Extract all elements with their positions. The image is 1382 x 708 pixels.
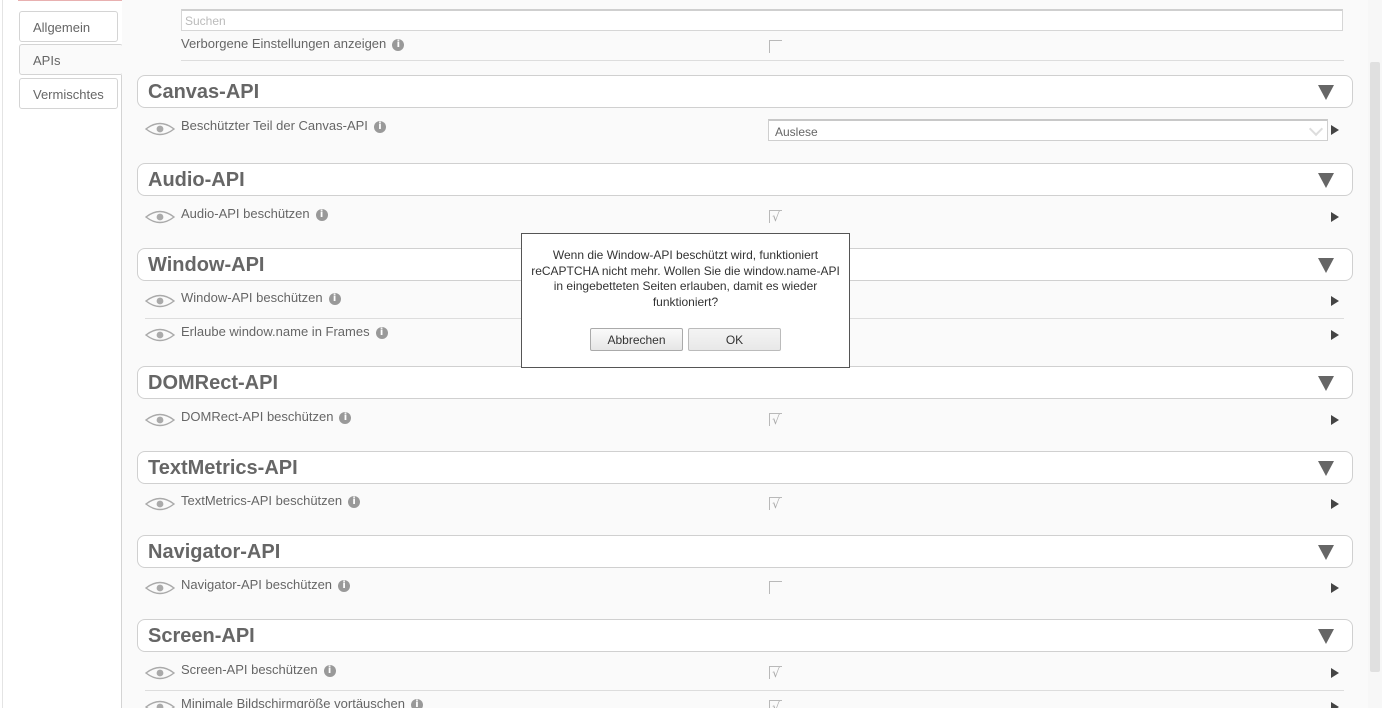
select-value: Auslese [775,125,818,139]
setting-row-navigator-protect: Navigator-API beschützen i [145,577,1345,601]
dialog-message: Wenn die Window-API beschützt wird, funk… [531,248,840,309]
hidden-settings-label: Verborgene Einstellungen anzeigen [181,36,387,51]
triangle-down-icon [1318,545,1334,560]
section-title: DOMRect-API [148,372,279,394]
info-icon[interactable]: i [338,580,351,592]
checkbox[interactable]: √ [769,666,782,679]
play-arrow-icon[interactable] [1331,668,1339,678]
setting-row-screen-protect: Screen-API beschützen i √ [145,662,1345,686]
canvas-protection-select[interactable]: Auslese [768,119,1328,141]
section-title: TextMetrics-API [148,457,298,479]
ok-button[interactable]: OK [688,328,781,351]
setting-label: Audio-API beschützen i [181,206,328,221]
triangle-down-icon [1318,629,1334,644]
play-arrow-icon[interactable] [1331,415,1339,425]
setting-row-screen-min-size: Minimale Bildschirmgröße vortäuschen i √ [145,696,1345,708]
section-title: Audio-API [148,169,245,191]
checkbox[interactable]: √ [769,700,782,708]
eye-icon[interactable] [145,664,175,682]
section-audio-api[interactable]: Audio-API [137,163,1353,196]
setting-label: Beschützter Teil der Canvas-API i [181,118,386,133]
play-arrow-icon[interactable] [1331,296,1339,306]
info-icon[interactable]: i [339,412,352,424]
section-title: Window-API [148,254,265,276]
tab-label: Allgemein [33,20,91,35]
sidebar-divider [121,75,122,708]
section-title: Canvas-API [148,81,260,103]
setting-label: Screen-API beschützen i [181,662,336,677]
tab-label: Vermischtes [33,87,104,102]
play-arrow-icon[interactable] [1331,583,1339,593]
info-icon[interactable]: i [375,327,388,339]
section-screen-api[interactable]: Screen-API [137,619,1353,652]
section-title: Navigator-API [148,541,281,563]
section-domrect-api[interactable]: DOMRect-API [137,366,1353,399]
section-navigator-api[interactable]: Navigator-API [137,535,1353,568]
checkbox[interactable]: √ [769,413,782,426]
setting-label: Window-API beschützen i [181,290,341,305]
play-arrow-icon[interactable] [1331,330,1339,340]
setting-label: Erlaube window.name in Frames i [181,324,388,339]
setting-row-audio-protect: Audio-API beschützen i √ [145,206,1345,230]
eye-icon[interactable] [145,411,175,429]
cancel-button[interactable]: Abbrechen [590,328,683,351]
eye-icon[interactable] [145,292,175,310]
eye-icon[interactable] [145,698,175,708]
triangle-down-icon [1318,85,1334,100]
setting-label: Navigator-API beschützen i [181,577,351,592]
section-title: Screen-API [148,625,255,647]
hidden-settings-checkbox[interactable] [769,40,782,53]
play-arrow-icon[interactable] [1331,702,1339,708]
checkbox[interactable] [769,581,782,594]
info-icon[interactable]: i [348,496,361,508]
info-icon[interactable]: i [323,665,336,677]
info-icon[interactable]: i [315,209,328,221]
setting-label: Minimale Bildschirmgröße vortäuschen i [181,696,423,708]
search-input[interactable] [181,9,1343,31]
confirm-dialog: Wenn die Window-API beschützt wird, funk… [521,233,850,368]
play-arrow-icon[interactable] [1331,125,1339,135]
tab-label: APIs [33,53,61,68]
chevron-down-icon [1308,121,1324,137]
triangle-down-icon [1318,461,1334,476]
scrollbar-thumb[interactable] [1370,62,1380,672]
hidden-settings-row: Verborgene Einstellungen anzeigen i [181,36,405,51]
eye-icon[interactable] [145,208,175,226]
info-icon[interactable]: i [328,293,341,305]
setting-label: TextMetrics-API beschützen i [181,493,361,508]
divider [181,60,1344,61]
divider [145,690,1344,691]
window-edge [2,0,3,708]
info-icon[interactable]: i [410,699,423,708]
setting-row-domrect-protect: DOMRect-API beschützen i √ [145,409,1345,433]
setting-row-textmetrics-protect: TextMetrics-API beschützen i √ [145,493,1345,517]
tab-vermischtes[interactable]: Vermischtes [19,78,118,109]
checkbox[interactable]: √ [769,210,782,223]
section-textmetrics-api[interactable]: TextMetrics-API [137,451,1353,484]
setting-label: DOMRect-API beschützen i [181,409,352,424]
play-arrow-icon[interactable] [1331,212,1339,222]
triangle-down-icon [1318,173,1334,188]
play-arrow-icon[interactable] [1331,499,1339,509]
eye-icon[interactable] [145,579,175,597]
eye-icon[interactable] [145,495,175,513]
checkbox[interactable]: √ [769,497,782,510]
tab-allgemein[interactable]: Allgemein [19,11,118,42]
info-icon[interactable]: i [373,121,386,133]
eye-icon[interactable] [145,326,175,344]
eye-icon[interactable] [145,120,175,138]
section-canvas-api[interactable]: Canvas-API [137,75,1353,108]
triangle-down-icon [1318,376,1334,391]
info-icon[interactable]: i [392,39,405,51]
triangle-down-icon [1318,258,1334,273]
tab-apis[interactable]: APIs [19,44,123,75]
